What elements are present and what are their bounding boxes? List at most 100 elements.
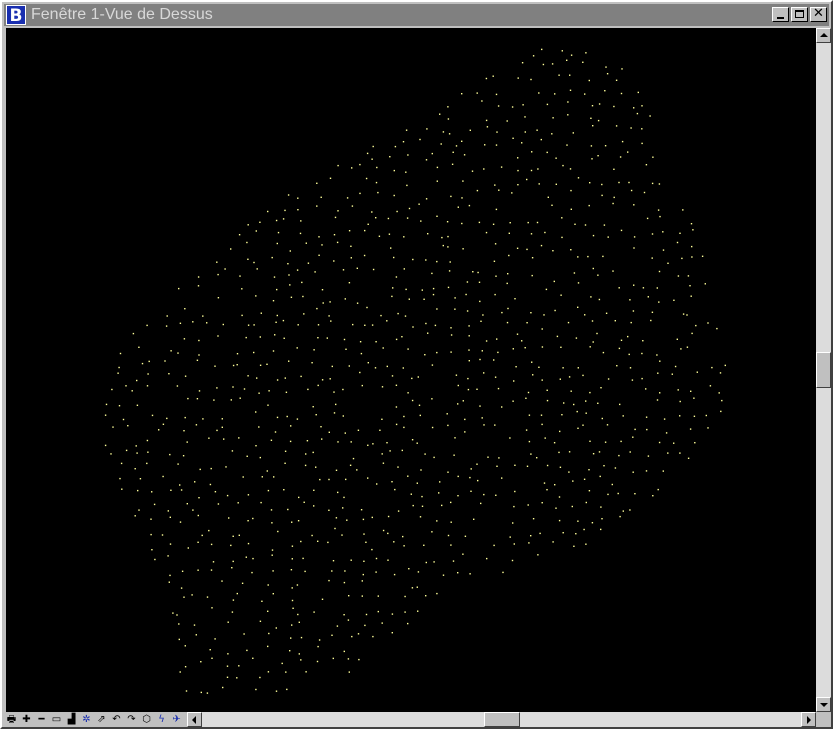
survey-point (541, 48, 543, 51)
survey-point (342, 507, 344, 509)
survey-point (146, 439, 149, 442)
pan-view-icon[interactable]: ⇗ (96, 714, 107, 726)
survey-point (439, 481, 441, 483)
survey-point (433, 456, 435, 459)
survey-point (450, 544, 452, 546)
vertical-scrollbar[interactable] (816, 28, 831, 712)
survey-point (436, 308, 438, 310)
survey-point (224, 268, 226, 270)
survey-point (417, 571, 420, 573)
update-icon[interactable]: 🖶 (6, 714, 17, 726)
survey-point (431, 531, 433, 533)
survey-point (592, 341, 594, 343)
survey-point (537, 168, 539, 170)
survey-point (642, 287, 645, 289)
survey-point (615, 79, 618, 81)
survey-point (344, 570, 346, 572)
title-bar[interactable]: B Fenêtre 1-Vue de Dessus ✕ (4, 4, 829, 26)
survey-point (388, 233, 391, 235)
survey-point (487, 456, 489, 458)
survey-point (158, 429, 160, 431)
survey-point (652, 156, 654, 158)
survey-point (290, 569, 293, 571)
horizontal-scrollbar[interactable] (187, 712, 816, 727)
scroll-right-button[interactable] (801, 712, 816, 727)
rotate-view-icon[interactable]: ✲ (81, 714, 92, 726)
survey-point (461, 93, 463, 95)
window-area-icon[interactable]: ▭ (51, 714, 62, 726)
survey-point (541, 328, 543, 330)
scroll-down-button[interactable] (816, 697, 831, 712)
survey-point (658, 270, 661, 273)
survey-point (371, 548, 373, 551)
survey-point (539, 532, 541, 535)
survey-point (694, 442, 696, 444)
3d-view-icon[interactable]: ⬡ (141, 714, 152, 726)
survey-point (271, 256, 273, 259)
horizontal-scroll-thumb[interactable] (484, 712, 520, 727)
maximize-button[interactable] (791, 7, 808, 22)
survey-point (364, 624, 366, 627)
scroll-up-button[interactable] (816, 28, 831, 43)
camera-icon[interactable]: ✈ (171, 714, 182, 726)
survey-point (546, 389, 548, 391)
survey-point (386, 442, 388, 444)
survey-point (208, 437, 210, 439)
survey-point (407, 392, 409, 394)
survey-point (452, 560, 455, 562)
survey-point (690, 223, 693, 225)
survey-point (480, 320, 482, 322)
survey-point (554, 484, 556, 486)
survey-point (211, 657, 213, 659)
survey-point (291, 545, 294, 547)
survey-point (421, 495, 423, 498)
vertical-scroll-thumb[interactable] (816, 352, 831, 388)
survey-point (311, 362, 313, 364)
display-settings-icon[interactable]: ϟ (156, 714, 167, 726)
zoom-in-icon[interactable]: ✚ (21, 714, 32, 726)
survey-point (598, 298, 601, 301)
survey-point (297, 613, 299, 616)
survey-point (196, 359, 199, 361)
survey-point (620, 92, 623, 95)
scroll-left-button[interactable] (187, 712, 202, 727)
survey-point (266, 470, 268, 472)
survey-point (513, 505, 515, 508)
survey-point (691, 332, 693, 335)
survey-point (606, 424, 609, 426)
survey-point (462, 400, 464, 402)
survey-point (425, 159, 428, 161)
survey-point (165, 325, 168, 327)
survey-point (316, 205, 318, 207)
survey-point (169, 516, 171, 518)
app-icon[interactable]: B (6, 5, 26, 26)
survey-point (470, 468, 472, 470)
survey-point (530, 78, 532, 81)
view-canvas[interactable] (6, 28, 816, 712)
survey-point (601, 183, 603, 186)
zoom-out-icon[interactable]: ━ (36, 714, 47, 726)
survey-point (268, 390, 270, 392)
survey-point (528, 542, 530, 544)
view-next-icon[interactable]: ↷ (126, 714, 137, 726)
survey-point (239, 397, 241, 399)
survey-point (592, 453, 595, 455)
survey-point (337, 491, 339, 494)
fit-view-icon[interactable]: ▟ (66, 714, 77, 726)
survey-point (351, 635, 353, 638)
survey-point (486, 557, 488, 560)
minimize-button[interactable] (772, 7, 789, 22)
survey-point (375, 217, 377, 219)
survey-point (511, 106, 514, 108)
survey-point (450, 501, 452, 504)
survey-point (634, 493, 636, 495)
survey-point (591, 320, 594, 322)
survey-point (170, 489, 172, 491)
view-previous-icon[interactable]: ↶ (111, 714, 122, 726)
survey-point (570, 54, 573, 56)
close-button[interactable]: ✕ (810, 6, 827, 22)
survey-point (321, 598, 324, 600)
survey-point (597, 274, 599, 276)
survey-point (494, 424, 496, 426)
survey-point (151, 549, 153, 551)
